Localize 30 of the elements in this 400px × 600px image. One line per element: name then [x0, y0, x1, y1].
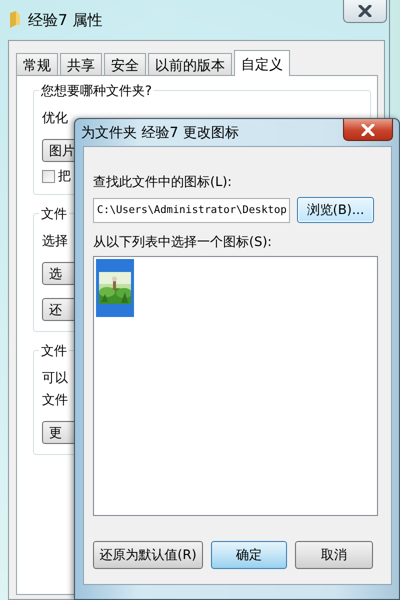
close-button[interactable] [343, 119, 393, 141]
checkbox-label: 把 [58, 169, 71, 184]
close-icon [361, 124, 375, 136]
tab[interactable]: 自定义 [234, 50, 290, 76]
path-field[interactable]: C:\Users\Administrator\Desktop [93, 198, 290, 222]
list-label: 从以下列表中选择一个图标(S): [93, 234, 273, 251]
description-text: 优化 [42, 111, 68, 126]
dialog-button[interactable]: 还原为默认值(R) [93, 541, 203, 569]
group-title: 文件 [39, 342, 69, 360]
icon-item[interactable] [96, 259, 134, 317]
group-title: 文件 [39, 205, 69, 223]
tab[interactable]: 以前的版本 [148, 53, 232, 75]
folder-icon [8, 11, 22, 29]
browse-button[interactable]: 浏览(B)... [297, 197, 374, 223]
icon-list[interactable] [93, 256, 378, 516]
tab[interactable]: 常规 [16, 53, 58, 75]
description-text: 选择 [42, 234, 68, 249]
dialog-button[interactable]: 取消 [295, 541, 373, 569]
field-label: 查找此文件中的图标(L): [93, 174, 233, 191]
close-button[interactable] [343, 0, 387, 23]
dialog-title: 为文件夹 经验7 更改图标 [81, 124, 239, 142]
dialog-button[interactable]: 确定 [211, 541, 287, 569]
tab[interactable]: 共享 [60, 53, 102, 75]
close-icon [358, 4, 372, 16]
description-text: 文件 [42, 393, 68, 408]
description-text: 可以 [42, 371, 68, 386]
group-title: 您想要哪种文件夹? [39, 82, 154, 100]
window-title: 经验7 属性 [28, 10, 102, 30]
tab[interactable]: 安全 [104, 53, 146, 75]
checkbox[interactable] [42, 170, 55, 183]
